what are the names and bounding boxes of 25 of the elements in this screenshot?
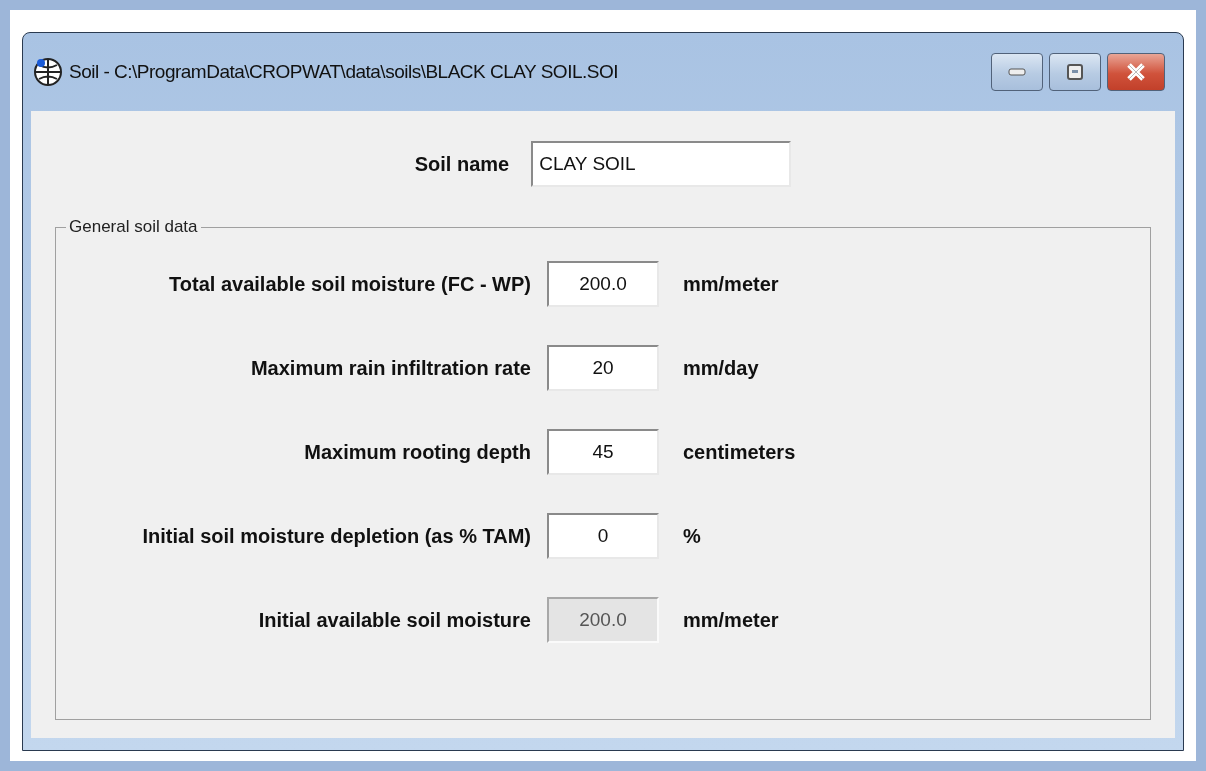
maximize-icon: [1067, 64, 1083, 80]
field-label: Maximum rooting depth: [304, 440, 531, 464]
close-button[interactable]: [1107, 53, 1165, 91]
soil-name-field[interactable]: CLAY SOIL: [531, 141, 792, 187]
value-field[interactable]: 200.0: [547, 261, 659, 307]
minimize-button[interactable]: [991, 53, 1043, 91]
minimize-icon: [1008, 68, 1026, 76]
field-label: Initial soil moisture depletion (as % TAM): [142, 524, 531, 548]
value-field[interactable]: 20: [547, 345, 659, 391]
field-label: Total available soil moisture (FC - WP): [169, 272, 531, 296]
close-icon: [1126, 62, 1146, 82]
unit-label: mm/day: [683, 356, 759, 380]
value-field[interactable]: 0: [547, 513, 659, 559]
value-field[interactable]: 45: [547, 429, 659, 475]
soil-name-label: Soil name: [414, 152, 510, 176]
globe-icon: [33, 57, 63, 87]
group-title: General soil data: [68, 217, 199, 237]
unit-label: mm/meter: [683, 608, 779, 632]
window-title: Soil - C:\ProgramData\CROPWAT\data\soils\BLACK CLAY SOIL.SOI: [69, 61, 619, 83]
unit-label: %: [683, 524, 701, 548]
unit-label: mm/meter: [683, 272, 779, 296]
unit-label: centimeters: [683, 440, 796, 464]
maximize-button[interactable]: [1049, 53, 1101, 91]
field-label: Maximum rain infiltration rate: [250, 356, 531, 380]
field-label: Initial available soil moisture: [258, 608, 531, 632]
